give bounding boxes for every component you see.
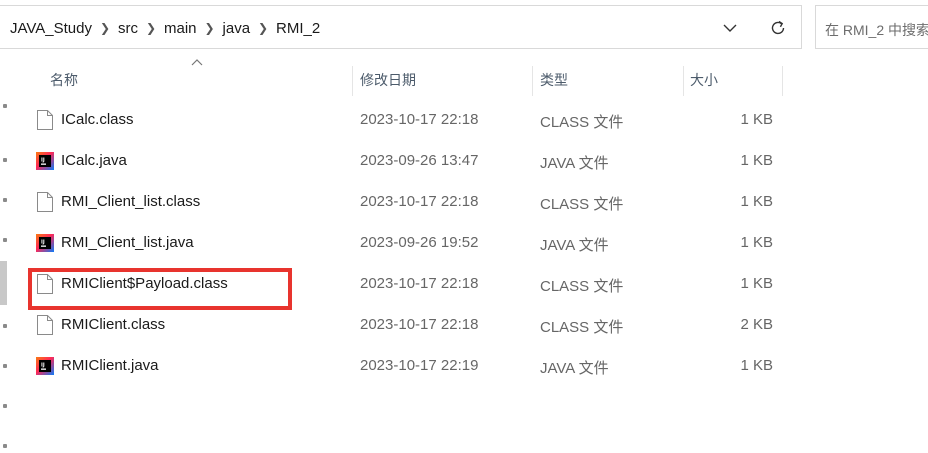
sort-ascending-icon xyxy=(191,59,203,66)
file-row[interactable]: IJ RMI_Client_list.java 2023-09-26 19:52 J… xyxy=(28,223,788,264)
file-modified-date: 2023-10-17 22:18 xyxy=(360,193,479,210)
address-bar[interactable]: JAVA_Study ❯ src ❯ main ❯ java ❯ RMI_2 xyxy=(0,5,802,49)
nav-expand-icon[interactable] xyxy=(3,324,7,328)
svg-text:IJ: IJ xyxy=(41,240,45,246)
file-size: 1 KB xyxy=(740,234,773,251)
breadcrumb-item-main[interactable]: main xyxy=(162,20,199,37)
breadcrumb-item-java[interactable]: java xyxy=(221,20,253,37)
file-modified-date: 2023-10-17 22:18 xyxy=(360,316,479,333)
column-divider[interactable] xyxy=(532,66,533,96)
file-modified-date: 2023-09-26 19:52 xyxy=(360,234,479,251)
chevron-down-icon xyxy=(723,24,737,32)
file-name: RMIClient.java xyxy=(61,357,159,374)
nav-scrollbar-thumb[interactable] xyxy=(0,261,7,305)
nav-expand-icon[interactable] xyxy=(3,364,7,368)
breadcrumb-item-rmi-2[interactable]: RMI_2 xyxy=(274,20,322,37)
file-name: ICalc.java xyxy=(61,152,127,169)
refresh-icon xyxy=(771,20,785,35)
column-divider[interactable] xyxy=(683,66,684,96)
nav-expand-icon[interactable] xyxy=(3,158,7,162)
file-modified-date: 2023-10-17 22:19 xyxy=(360,357,479,374)
file-name: RMIClient.class xyxy=(61,316,166,333)
class-file-icon xyxy=(37,110,53,130)
file-name: ICalc.class xyxy=(61,111,134,128)
file-row[interactable]: IJ RMIClient.java 2023-10-17 22:19 JAVA 文件… xyxy=(28,346,788,387)
address-history-dropdown-button[interactable] xyxy=(716,16,744,40)
svg-text:IJ: IJ xyxy=(41,158,45,164)
class-file-icon xyxy=(37,315,53,335)
nav-expand-icon[interactable] xyxy=(3,238,7,242)
file-name: RMI_Client_list.class xyxy=(61,193,201,210)
file-type: JAVA 文件 xyxy=(540,360,609,377)
file-size: 1 KB xyxy=(740,357,773,374)
file-type: CLASS 文件 xyxy=(540,114,624,131)
intellij-java-file-icon: IJ xyxy=(36,234,54,252)
column-divider[interactable] xyxy=(352,66,353,96)
nav-expand-icon[interactable] xyxy=(3,404,7,408)
breadcrumb-item-java-study[interactable]: JAVA_Study xyxy=(8,20,94,37)
file-modified-date: 2023-10-17 22:18 xyxy=(360,275,479,292)
column-header-modified[interactable]: 修改日期 xyxy=(360,70,416,90)
file-row[interactable]: RMIClient.class 2023-10-17 22:18 CLASS 文件 2… xyxy=(28,305,788,346)
breadcrumb-chevron-icon[interactable]: ❯ xyxy=(94,21,116,35)
column-header-type[interactable]: 类型 xyxy=(540,70,568,90)
file-type: CLASS 文件 xyxy=(540,319,624,336)
file-type: JAVA 文件 xyxy=(540,237,609,254)
breadcrumb: JAVA_Study ❯ src ❯ main ❯ java ❯ RMI_2 xyxy=(8,6,322,50)
intellij-java-file-icon: IJ xyxy=(36,357,54,375)
breadcrumb-chevron-icon[interactable]: ❯ xyxy=(140,21,162,35)
file-row[interactable]: IJ ICalc.java 2023-09-26 13:47 JAVA 文件 1 KB xyxy=(28,141,788,182)
class-file-icon xyxy=(37,274,53,294)
column-divider[interactable] xyxy=(782,66,783,96)
file-name: RMIClient$Payload.class xyxy=(61,275,228,292)
file-modified-date: 2023-10-17 22:18 xyxy=(360,111,479,128)
breadcrumb-chevron-icon[interactable]: ❯ xyxy=(252,21,274,35)
refresh-button[interactable] xyxy=(764,16,792,40)
file-size: 1 KB xyxy=(740,152,773,169)
breadcrumb-item-src[interactable]: src xyxy=(116,20,140,37)
file-size: 2 KB xyxy=(740,316,773,333)
file-type: CLASS 文件 xyxy=(540,278,624,295)
column-header-size[interactable]: 大小 xyxy=(690,70,718,90)
search-input[interactable]: 在 RMI_2 中搜索 xyxy=(815,5,928,49)
file-size: 1 KB xyxy=(740,193,773,210)
file-size: 1 KB xyxy=(740,111,773,128)
file-row[interactable]: RMIClient$Payload.class 2023-10-17 22:18 C… xyxy=(28,264,788,305)
nav-expand-icon[interactable] xyxy=(3,198,7,202)
column-headers: 名称 修改日期 类型 大小 xyxy=(0,56,928,100)
file-size: 1 KB xyxy=(740,275,773,292)
intellij-java-file-icon: IJ xyxy=(36,152,54,170)
file-modified-date: 2023-09-26 13:47 xyxy=(360,152,479,169)
file-explorer-window: JAVA_Study ❯ src ❯ main ❯ java ❯ RMI_2 在… xyxy=(0,0,928,453)
breadcrumb-chevron-icon[interactable]: ❯ xyxy=(199,21,221,35)
column-header-name[interactable]: 名称 xyxy=(50,70,78,90)
svg-text:IJ: IJ xyxy=(41,363,45,369)
file-name: RMI_Client_list.java xyxy=(61,234,194,251)
class-file-icon xyxy=(37,192,53,212)
file-row[interactable]: RMI_Client_list.class 2023-10-17 22:18 CLA… xyxy=(28,182,788,223)
navigation-pane[interactable] xyxy=(0,56,10,453)
file-type: JAVA 文件 xyxy=(540,155,609,172)
search-placeholder: 在 RMI_2 中搜索 xyxy=(825,22,928,38)
file-row[interactable]: ICalc.class 2023-10-17 22:18 CLASS 文件 1 KB xyxy=(28,100,788,141)
file-type: CLASS 文件 xyxy=(540,196,624,213)
nav-expand-icon[interactable] xyxy=(3,444,7,448)
nav-expand-icon[interactable] xyxy=(3,104,7,108)
